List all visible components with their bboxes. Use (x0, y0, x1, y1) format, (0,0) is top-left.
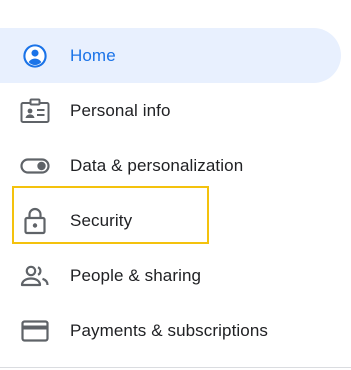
sidebar-item-label: Security (70, 210, 133, 230)
divider (0, 367, 351, 368)
toggle-icon (20, 151, 50, 181)
sidebar-item-label: Payments & subscriptions (70, 320, 268, 340)
sidebar-nav: Home Personal info Data & personalizatio… (0, 0, 351, 370)
id-card-icon (20, 96, 50, 126)
sidebar-item-home[interactable]: Home (0, 28, 341, 83)
sidebar-item-people-sharing[interactable]: People & sharing (0, 248, 341, 303)
sidebar-item-data-personalization[interactable]: Data & personalization (0, 138, 341, 193)
credit-card-icon (20, 316, 50, 346)
sidebar-item-security[interactable]: Security (0, 193, 341, 248)
sidebar-item-payments-subscriptions[interactable]: Payments & subscriptions (0, 303, 341, 358)
sidebar-item-label: Personal info (70, 100, 171, 120)
sidebar-item-label: People & sharing (70, 265, 202, 285)
lock-icon (20, 206, 50, 236)
sidebar-item-personal-info[interactable]: Personal info (0, 83, 341, 138)
sidebar-item-label: Home (70, 45, 116, 65)
people-icon (20, 261, 50, 291)
sidebar-item-label: Data & personalization (70, 155, 244, 175)
account-circle-icon (20, 41, 50, 71)
